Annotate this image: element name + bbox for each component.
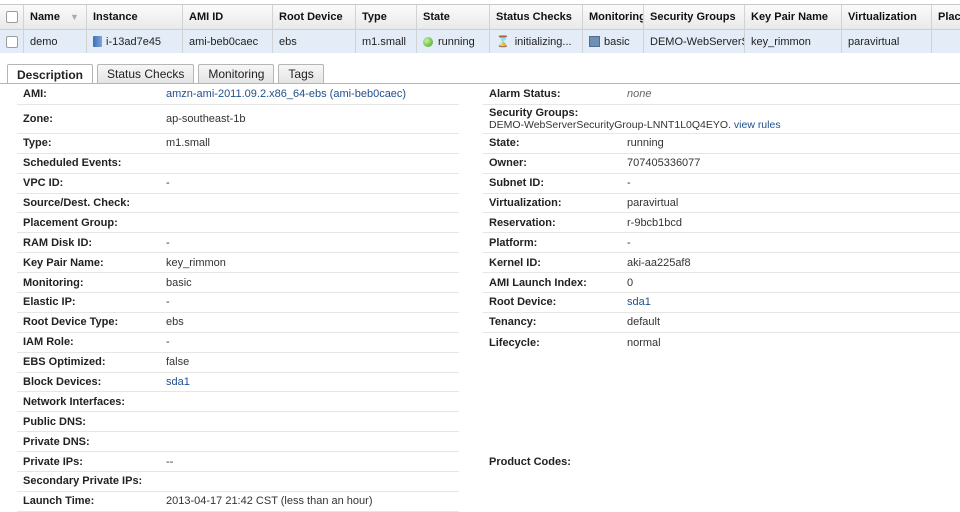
detail-row-ebs-optimized: EBS Optimized: false bbox=[17, 353, 459, 373]
instance-icon bbox=[93, 36, 102, 47]
detail-row-subnet-id: Subnet ID: - bbox=[483, 174, 960, 194]
view-rules-link[interactable]: view rules bbox=[734, 119, 781, 131]
detail-row-private-ips: Private IPs: -- bbox=[17, 452, 459, 473]
cell-placement[interactable] bbox=[932, 30, 960, 53]
cell-state[interactable]: running bbox=[417, 30, 490, 53]
detail-row-tenancy: Tenancy: default bbox=[483, 313, 960, 333]
detail-tabs: Description Status Checks Monitoring Tag… bbox=[7, 64, 328, 84]
detail-row-state: State: running bbox=[483, 134, 960, 154]
col-type[interactable]: Type bbox=[356, 5, 417, 29]
col-instance[interactable]: Instance bbox=[87, 5, 183, 29]
cell-key-pair[interactable]: key_rimmon bbox=[745, 30, 842, 53]
cell-name[interactable]: demo bbox=[24, 30, 87, 53]
cell-virtualization[interactable]: paravirtual bbox=[842, 30, 932, 53]
cell-status-checks[interactable]: ⌛ initializing... bbox=[490, 30, 583, 53]
col-name[interactable]: Name ▼ bbox=[24, 5, 87, 29]
detail-row-lifecycle: Lifecycle: normal bbox=[489, 336, 661, 349]
col-ami-id[interactable]: AMI ID bbox=[183, 5, 273, 29]
detail-row-network-interfaces: Network Interfaces: bbox=[17, 392, 459, 413]
cell-ami-id[interactable]: ami-beb0caec bbox=[183, 30, 273, 53]
detail-row-key-pair-name: Key Pair Name: key_rimmon bbox=[17, 253, 459, 274]
detail-row-security-groups: Security Groups: DEMO-WebServerSecurityG… bbox=[483, 105, 960, 134]
block-device-link[interactable]: sda1 bbox=[166, 376, 190, 388]
detail-row-owner: Owner: 707405336077 bbox=[483, 154, 960, 174]
instances-grid: Name ▼ Instance AMI ID Root Device Type S… bbox=[0, 4, 960, 53]
detail-row-iam-role: IAM Role: - bbox=[17, 333, 459, 353]
grid-header: Name ▼ Instance AMI ID Root Device Type S… bbox=[0, 5, 960, 30]
col-monitoring[interactable]: Monitoring bbox=[583, 5, 644, 29]
hourglass-icon: ⌛ bbox=[496, 36, 510, 48]
detail-row-block-devices: Block Devices: sda1 bbox=[17, 373, 459, 393]
cell-monitoring[interactable]: basic bbox=[583, 30, 644, 53]
detail-row-alarm-status: Alarm Status: none bbox=[483, 85, 960, 105]
running-status-icon bbox=[423, 36, 433, 47]
table-row[interactable]: demo i-13ad7e45 ami-beb0caec ebs m1.smal… bbox=[0, 30, 960, 53]
detail-row-elastic-ip: Elastic IP: - bbox=[17, 293, 459, 313]
tab-description[interactable]: Description bbox=[7, 64, 94, 84]
col-placement[interactable]: Plac bbox=[932, 5, 960, 29]
detail-row-monitoring: Monitoring: basic bbox=[17, 273, 459, 294]
ami-link[interactable]: amzn-ami-2011.09.2.x86_64-ebs (ami-beb0c… bbox=[166, 88, 406, 100]
description-left-column: AMI: amzn-ami-2011.09.2.x86_64-ebs (ami-b… bbox=[17, 85, 459, 512]
cell-security-groups[interactable]: DEMO-WebServerS bbox=[644, 30, 745, 53]
detail-row-ami-launch-index: AMI Launch Index: 0 bbox=[483, 273, 960, 294]
tab-monitoring[interactable]: Monitoring bbox=[198, 64, 275, 83]
detail-row-kernel-id: Kernel ID: aki-aa225af8 bbox=[483, 253, 960, 274]
detail-row-reservation: Reservation: r-9bcb1bcd bbox=[483, 213, 960, 234]
detail-row-root-device-type: Root Device Type: ebs bbox=[17, 313, 459, 333]
cell-type[interactable]: m1.small bbox=[356, 30, 417, 53]
col-status-checks[interactable]: Status Checks bbox=[490, 5, 583, 29]
tab-divider bbox=[0, 83, 960, 84]
detail-row-ram-disk-id: RAM Disk ID: - bbox=[17, 233, 459, 254]
monitoring-icon bbox=[589, 36, 600, 47]
tab-tags[interactable]: Tags bbox=[278, 64, 324, 83]
col-virtualization[interactable]: Virtualization bbox=[842, 5, 932, 29]
detail-row-public-dns: Public DNS: bbox=[17, 412, 459, 433]
detail-row-virtualization: Virtualization: paravirtual bbox=[483, 194, 960, 214]
col-state[interactable]: State bbox=[417, 5, 490, 29]
select-all-cell[interactable] bbox=[0, 5, 24, 29]
row-checkbox[interactable] bbox=[6, 35, 18, 48]
detail-row-type: Type: m1.small bbox=[17, 134, 459, 154]
detail-row-vpc-id: VPC ID: - bbox=[17, 174, 459, 194]
detail-row-placement-group: Placement Group: bbox=[17, 213, 459, 234]
root-device-link[interactable]: sda1 bbox=[627, 296, 651, 308]
cell-instance[interactable]: i-13ad7e45 bbox=[87, 30, 183, 53]
detail-row-product-codes: Product Codes: bbox=[489, 456, 571, 469]
col-root-device[interactable]: Root Device bbox=[273, 5, 356, 29]
sort-icon[interactable]: ▼ bbox=[70, 12, 79, 22]
col-security-groups[interactable]: Security Groups bbox=[644, 5, 745, 29]
detail-row-secondary-private-ips: Secondary Private IPs: bbox=[17, 472, 459, 492]
tab-status-checks[interactable]: Status Checks bbox=[97, 64, 195, 83]
col-key-pair[interactable]: Key Pair Name bbox=[745, 5, 842, 29]
detail-row-scheduled-events: Scheduled Events: bbox=[17, 154, 459, 174]
select-all-checkbox[interactable] bbox=[6, 11, 18, 23]
detail-row-root-device: Root Device: sda1 bbox=[483, 293, 960, 313]
description-right-column: Alarm Status: none Security Groups: DEMO-… bbox=[483, 85, 960, 472]
detail-row-source-dest-check: Source/Dest. Check: bbox=[17, 194, 459, 214]
row-select-cell[interactable] bbox=[0, 30, 24, 53]
detail-row-launch-time: Launch Time: 2013-04-17 21:42 CST (less t… bbox=[17, 492, 459, 512]
detail-row-ami: AMI: amzn-ami-2011.09.2.x86_64-ebs (ami-b… bbox=[17, 85, 459, 105]
detail-row-private-dns: Private DNS: bbox=[17, 432, 459, 453]
cell-root-device[interactable]: ebs bbox=[273, 30, 356, 53]
detail-row-zone: Zone: ap-southeast-1b bbox=[17, 105, 459, 134]
detail-row-platform: Platform: - bbox=[483, 233, 960, 254]
